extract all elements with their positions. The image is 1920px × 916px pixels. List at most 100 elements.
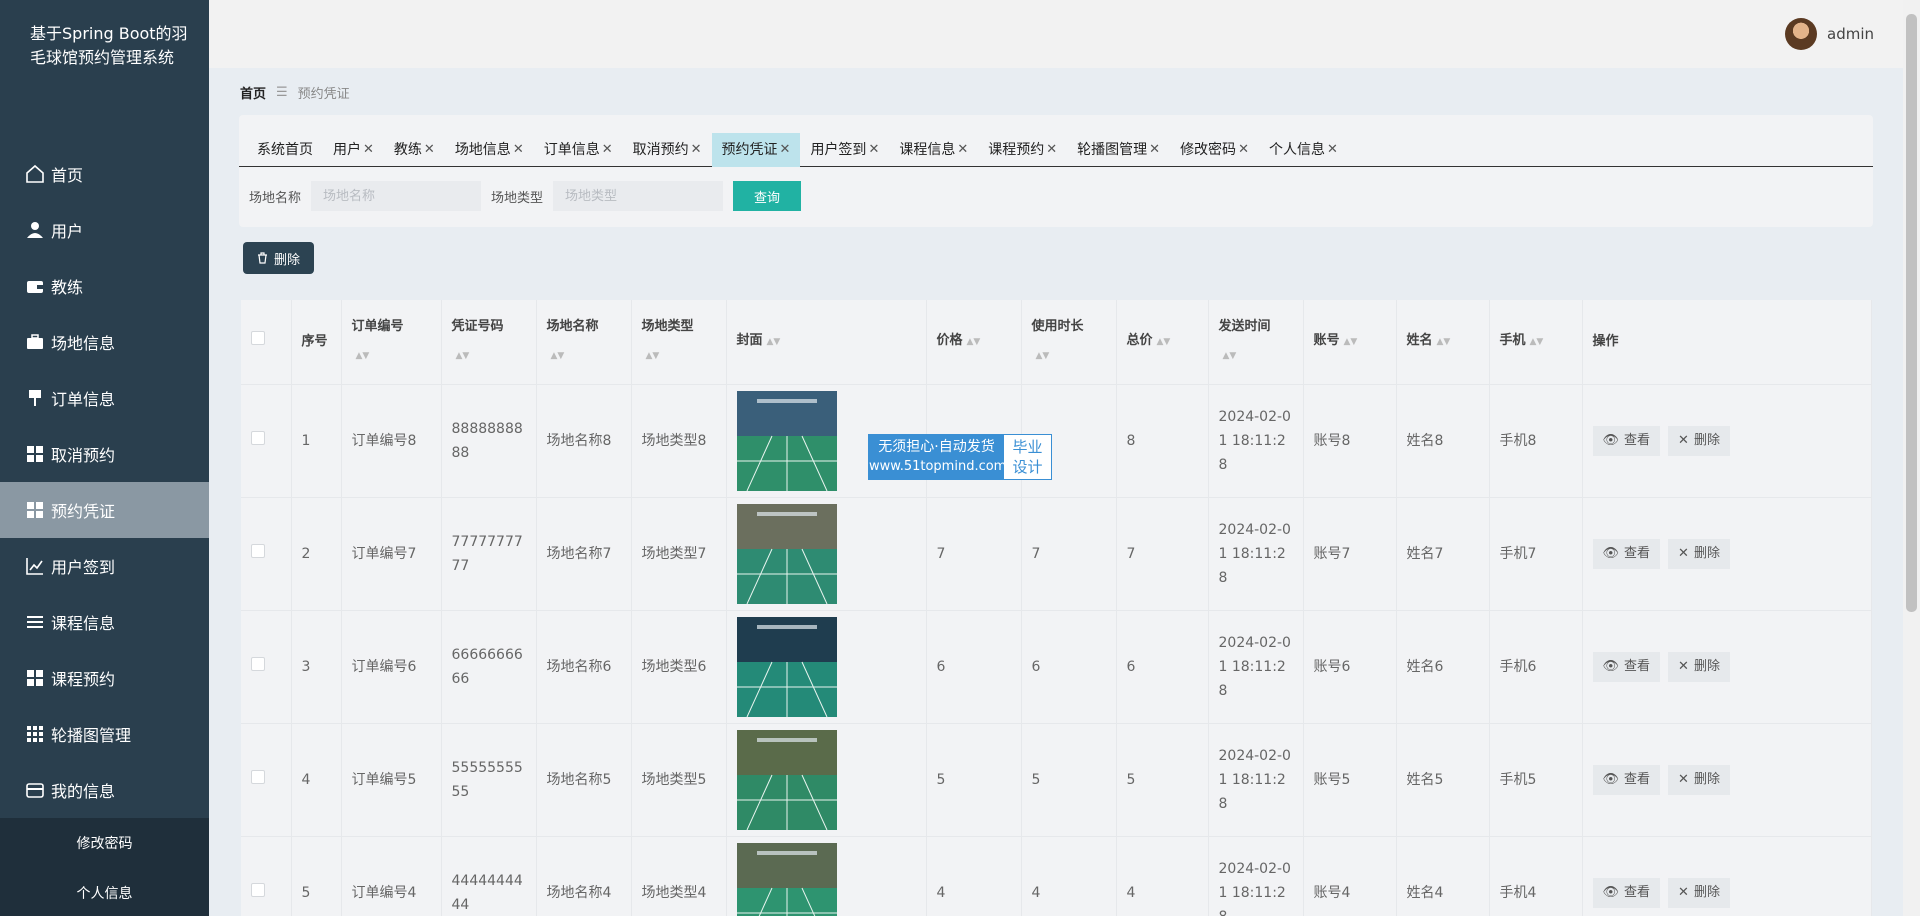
close-icon[interactable]: ✕: [1046, 133, 1057, 167]
tab[interactable]: 用户签到 ✕: [800, 133, 889, 167]
batch-delete-button[interactable]: 删除: [243, 242, 315, 274]
close-icon[interactable]: ✕: [868, 133, 879, 167]
close-icon[interactable]: ✕: [363, 133, 374, 167]
breadcrumb: 首页 ☰ 预约凭证: [240, 83, 350, 102]
cell-order-no: 订单编号7: [341, 497, 442, 610]
delete-button[interactable]: ✕ 删除: [1668, 764, 1730, 795]
sidebar-subitem[interactable]: 修改密码: [0, 818, 209, 868]
col-venue-type[interactable]: 场地类型 ▲▼: [631, 300, 727, 384]
breadcrumb-home[interactable]: 首页: [240, 83, 266, 102]
venue-name-input[interactable]: [311, 181, 482, 211]
court-image[interactable]: [736, 616, 837, 717]
col-venue-name[interactable]: 场地名称 ▲▼: [536, 300, 632, 384]
sidebar-item[interactable]: 我的信息: [0, 762, 209, 818]
sidebar-item[interactable]: 场地信息: [0, 314, 209, 370]
col-duration[interactable]: 使用时长 ▲▼: [1021, 300, 1117, 384]
view-button[interactable]: 👁 查看: [1592, 538, 1661, 569]
scrollbar[interactable]: [1903, 0, 1920, 916]
close-icon[interactable]: ✕: [1327, 133, 1338, 167]
sidebar-item[interactable]: 订单信息: [0, 370, 209, 426]
view-button[interactable]: 👁 查看: [1592, 877, 1661, 908]
view-button[interactable]: 👁 查看: [1592, 651, 1661, 682]
username[interactable]: admin: [1827, 25, 1874, 43]
delete-button[interactable]: ✕ 删除: [1668, 538, 1730, 569]
row-checkbox[interactable]: [251, 656, 265, 671]
tab[interactable]: 轮播图管理 ✕: [1067, 133, 1170, 167]
scrollbar-thumb[interactable]: [1906, 14, 1917, 612]
tab[interactable]: 预约凭证 ✕: [711, 133, 801, 167]
cell-venue-name: 场地名称6: [536, 610, 632, 723]
close-icon[interactable]: ✕: [1149, 133, 1160, 167]
col-price[interactable]: 价格 ▲▼: [926, 300, 1022, 384]
sidebar-item[interactable]: 教练: [0, 258, 209, 314]
row-checkbox[interactable]: [251, 430, 265, 445]
sidebar-item[interactable]: 用户: [0, 202, 209, 258]
close-icon[interactable]: ✕: [513, 133, 524, 167]
eye-icon: 👁: [1602, 432, 1620, 448]
sidebar-item[interactable]: 取消预约: [0, 426, 209, 482]
close-icon[interactable]: ✕: [691, 133, 702, 167]
query-button[interactable]: 查询: [733, 181, 802, 211]
close-icon: ✕: [1678, 884, 1689, 900]
tab[interactable]: 教练 ✕: [384, 133, 445, 167]
close-icon[interactable]: ✕: [1238, 133, 1249, 167]
tab[interactable]: 订单信息 ✕: [534, 133, 623, 167]
cell-phone: 手机8: [1489, 384, 1583, 497]
select-all-checkbox[interactable]: [251, 330, 265, 345]
col-account[interactable]: 账号 ▲▼: [1303, 300, 1397, 384]
cell-venue-type: 场地类型6: [631, 610, 727, 723]
cell-duration: 4: [1021, 836, 1117, 916]
sidebar-item[interactable]: 预约凭证: [0, 482, 209, 538]
avatar[interactable]: [1785, 18, 1817, 50]
sidebar-item[interactable]: 课程信息: [0, 594, 209, 650]
watermark-side2: 设计: [1012, 458, 1043, 476]
venue-type-input[interactable]: [553, 181, 724, 211]
tab[interactable]: 个人信息 ✕: [1259, 133, 1348, 167]
tab-label: 预约凭证: [721, 142, 778, 158]
sidebar-item[interactable]: 课程预约: [0, 650, 209, 706]
row-checkbox[interactable]: [251, 543, 265, 558]
tab[interactable]: 系统首页: [247, 133, 323, 167]
sidebar-item[interactable]: 用户签到: [0, 538, 209, 594]
close-icon[interactable]: ✕: [957, 133, 968, 167]
cell-price: 7: [926, 497, 1022, 610]
court-image[interactable]: [736, 729, 837, 830]
tab[interactable]: 场地信息 ✕: [445, 133, 534, 167]
delete-button[interactable]: ✕ 删除: [1668, 877, 1730, 908]
tab[interactable]: 取消预约 ✕: [623, 133, 712, 167]
col-cover[interactable]: 封面 ▲▼: [726, 300, 927, 384]
cell-total: 8: [1116, 384, 1209, 497]
view-button[interactable]: 👁 查看: [1592, 764, 1661, 795]
tab[interactable]: 课程信息 ✕: [889, 133, 978, 167]
row-checkbox[interactable]: [251, 882, 265, 897]
eye-icon: 👁: [1602, 545, 1620, 561]
close-icon[interactable]: ✕: [602, 133, 613, 167]
tab-label: 用户: [333, 142, 361, 158]
sidebar-subitem[interactable]: 个人信息: [0, 868, 209, 916]
close-icon[interactable]: ✕: [780, 133, 791, 167]
col-sent-time[interactable]: 发送时间 ▲▼: [1208, 300, 1304, 384]
court-image[interactable]: [736, 390, 837, 491]
col-voucher-no[interactable]: 凭证号码 ▲▼: [441, 300, 537, 384]
close-icon[interactable]: ✕: [424, 133, 435, 167]
tab[interactable]: 课程预约 ✕: [978, 133, 1067, 167]
col-total[interactable]: 总价 ▲▼: [1116, 300, 1209, 384]
view-button[interactable]: 👁 查看: [1592, 425, 1661, 456]
court-image[interactable]: [736, 503, 837, 604]
col-order-no[interactable]: 订单编号 ▲▼: [341, 300, 442, 384]
sidebar-item[interactable]: 轮播图管理: [0, 706, 209, 762]
delete-button[interactable]: ✕ 删除: [1668, 425, 1730, 456]
row-checkbox[interactable]: [251, 769, 265, 784]
cell-total: 5: [1116, 723, 1209, 836]
tab-label: 取消预约: [632, 142, 689, 158]
tab[interactable]: 修改密码 ✕: [1170, 133, 1259, 167]
col-phone[interactable]: 手机 ▲▼: [1489, 300, 1583, 384]
court-image[interactable]: [736, 842, 837, 916]
sidebar-item[interactable]: 首页: [0, 146, 209, 202]
delete-button[interactable]: ✕ 删除: [1668, 651, 1730, 682]
sidebar-item-label: 轮播图管理: [51, 726, 132, 745]
cell-sent-time: 2024-02-01 18:11:28: [1208, 497, 1304, 610]
col-name[interactable]: 姓名 ▲▼: [1396, 300, 1490, 384]
user-menu[interactable]: admin: [1785, 18, 1874, 50]
tab[interactable]: 用户 ✕: [323, 133, 384, 167]
